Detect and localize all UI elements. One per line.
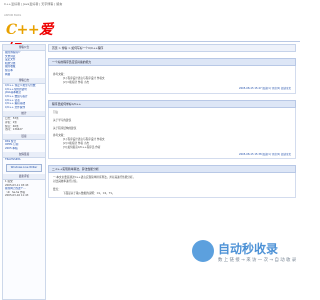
post-meta-text[interactable]: 2005-08-15 15:38 阅读(1) 评论(0) 阅读全文 <box>239 153 291 156</box>
sidebar: 博客公告 我的博客简介 文章列表 设定文件 相册分类 我的收藏 留言本 网摘 博… <box>2 44 46 300</box>
logo-subtitle: ASHOR BLOG <box>4 14 22 17</box>
watermark-logo-icon <box>192 240 214 262</box>
post-title[interactable]: 一个好的程序员应该具备的能力 <box>48 58 296 66</box>
friend-link[interactable]: TRAVISSIMA <box>3 158 45 162</box>
post-body: 引言 关于学习的建议 关于程序结构的建议 参考文献： [1] 程序设计语言与程序… <box>48 107 296 160</box>
top-nav[interactable]: C++爱好者 | Java爱好者 | 天宇博客 | 留言 <box>4 2 62 6</box>
watermark-title: 自动秒收录 <box>218 242 279 256</box>
post-line: 对比其效率进行讨论。 <box>53 179 79 183</box>
post-meta: 2005-08-15 15:47 阅读(1) 评论(0) 阅读全文 <box>53 87 291 91</box>
post-line: [3] 如何提高C/C++程序员 作者 <box>63 145 101 149</box>
post-line: 关于程序结构的建议 <box>53 126 77 130</box>
post-meta-text[interactable]: 2005-08-15 15:47 阅读(1) 评论(0) 阅读全文 <box>239 87 291 90</box>
post-title[interactable]: 程序员如何学好C/C++ <box>48 99 296 108</box>
logo-main: C++ <box>6 22 40 38</box>
comment-line: 2005-03-16 11:43 <box>5 194 29 198</box>
post-line: 关于学习的建议 <box>53 118 72 122</box>
post-meta: 2005-08-15 15:38 阅读(1) 评论(0) 阅读全文 <box>53 153 291 157</box>
post-body: 参考文献： [1] 程序设计语言与程序设计 作者文 [2] C和指针 作者 小杰… <box>48 66 296 94</box>
writer-button[interactable]: Windows Live Writer <box>6 164 42 173</box>
post-line: 下面是关于输入数据的说明：C1，C2，T1。 <box>63 191 115 195</box>
post-body: 一.本文主要是通过C++语言实现简单排序算法，并对其进行性能分析， 对比其效率进… <box>48 173 296 199</box>
watermark: 自动秒收录 数 上 链 接 → 来 访 一 次 → 自 动 收 录 <box>190 238 300 278</box>
header-divider <box>0 41 300 42</box>
post-line: [2] C和指针 作者 小杰 <box>63 80 90 84</box>
watermark-subtitle: 数 上 链 接 → 来 访 一 次 → 自 动 收 录 <box>218 258 297 263</box>
post-line: 引言 <box>53 110 59 114</box>
site-logo[interactable]: ASHOR BLOG C++爱好 <box>2 10 62 58</box>
post-title[interactable]: 二.C++实现简单算法，算法性能分析 <box>48 165 296 174</box>
breadcrumb[interactable]: 首页 > 博客 > 如何写好一个C/C++程序 <box>48 44 296 52</box>
